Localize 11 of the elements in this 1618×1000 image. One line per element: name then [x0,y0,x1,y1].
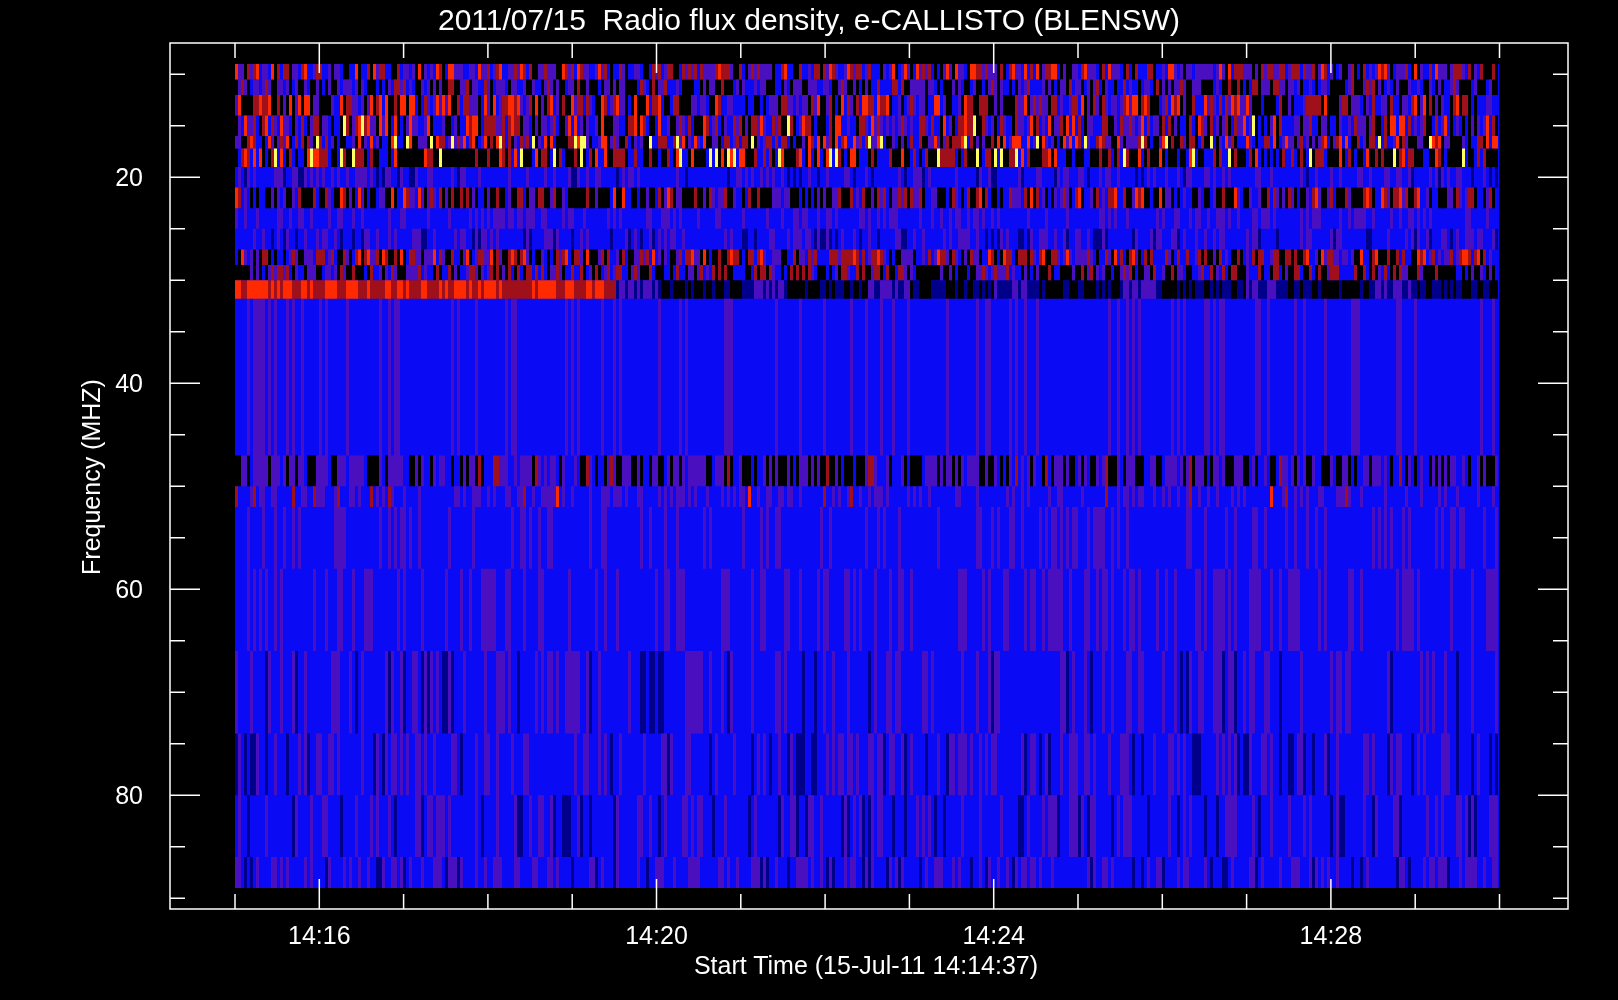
x-tick-label: 14:28 [1299,921,1363,949]
y-tick-label: 40 [115,369,143,397]
x-tick-label: 14:16 [288,921,351,949]
y-tick-label: 20 [115,163,143,191]
y-tick-label: 60 [115,575,143,603]
y-tick-label: 80 [115,781,143,809]
chart-title: 2011/07/15 Radio flux density, e-CALLISTO (BLENSW) [438,3,1180,36]
x-tick-label: 14:24 [962,921,1025,949]
x-tick-label: 14:20 [625,921,688,949]
y-axis-label: Frequency (MHZ) [77,379,105,575]
x-axis-label: Start Time (15-Jul-11 14:14:37) [693,951,1039,979]
